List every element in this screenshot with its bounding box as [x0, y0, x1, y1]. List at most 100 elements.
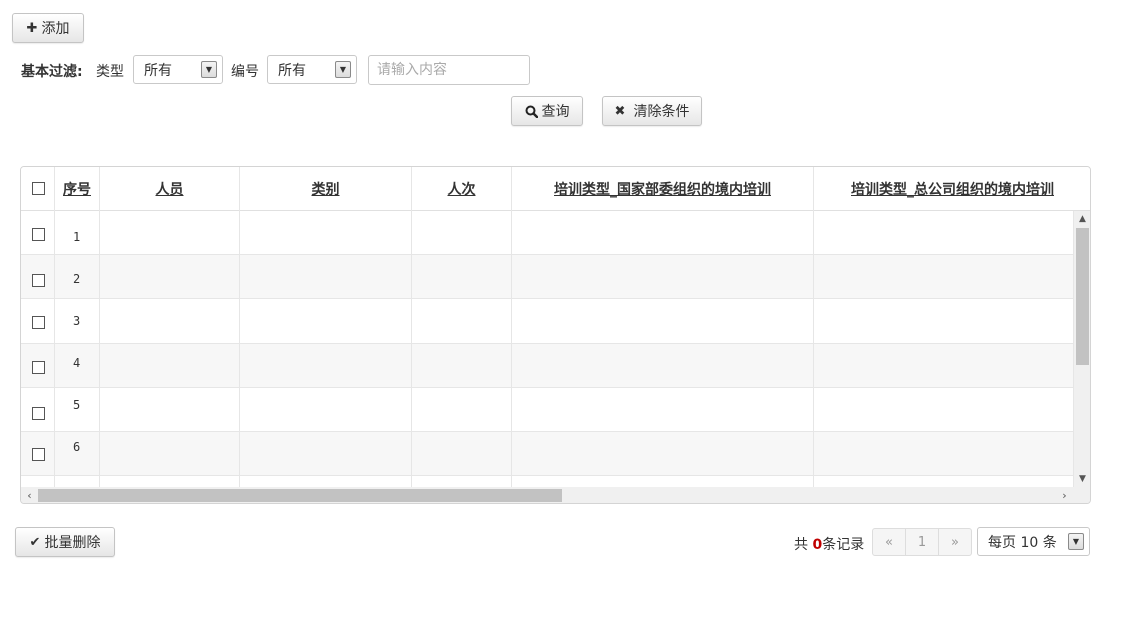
column-header-count[interactable]: 人次 — [412, 167, 512, 211]
table-row[interactable]: 4 — [21, 344, 1073, 388]
grid-header: 序号 人员 类别 人次 培训类型_国家部委组织的境内培训 培训类型_总公司组织的… — [21, 167, 1090, 211]
row-seq: 6 — [73, 440, 81, 454]
search-input[interactable] — [368, 55, 530, 85]
number-filter-label: 编号 — [231, 64, 259, 80]
seq-cell: 2 — [55, 255, 100, 298]
ministry-training-cell — [512, 344, 814, 387]
select-all-checkbox[interactable] — [32, 182, 45, 195]
count-cell — [412, 344, 512, 387]
scroll-down-icon[interactable]: ▼ — [1074, 471, 1090, 487]
count-cell — [412, 255, 512, 298]
query-button[interactable]: 查询 — [511, 96, 583, 126]
filter-title: 基本过滤: — [21, 64, 83, 80]
search-icon — [525, 105, 538, 118]
row-checkbox[interactable] — [32, 228, 45, 241]
record-count-suffix: 条记录 — [822, 537, 865, 553]
column-header-person[interactable]: 人员 — [100, 167, 240, 211]
row-checkbox[interactable] — [32, 316, 45, 329]
add-button[interactable]: ✚ 添加 — [12, 13, 84, 43]
table-row[interactable]: 3 — [21, 299, 1073, 344]
ministry-training-cell — [512, 299, 814, 343]
close-icon: ✖ — [614, 103, 626, 119]
seq-cell — [55, 476, 100, 487]
vertical-scrollbar[interactable]: ▲ ▼ — [1073, 211, 1090, 487]
column-header-category[interactable]: 类别 — [240, 167, 412, 211]
row-checkbox-cell — [21, 211, 55, 254]
batch-delete-label: 批量删除 — [44, 535, 101, 551]
clear-button[interactable]: ✖ 清除条件 — [602, 96, 702, 126]
person-cell — [100, 432, 240, 475]
data-grid: 序号 人员 类别 人次 培训类型_国家部委组织的境内培训 培训类型_总公司组织的… — [20, 166, 1091, 504]
row-checkbox-cell — [21, 476, 55, 487]
row-checkbox-cell — [21, 432, 55, 475]
chevron-down-icon: ▼ — [1068, 533, 1084, 550]
row-checkbox-cell — [21, 388, 55, 431]
category-cell — [240, 388, 412, 431]
row-checkbox-cell — [21, 344, 55, 387]
scroll-left-icon[interactable]: ‹ — [21, 487, 38, 503]
plus-icon: ✚ — [26, 20, 38, 36]
column-header-ministry-training[interactable]: 培训类型_国家部委组织的境内培训 — [512, 167, 814, 211]
row-seq: 5 — [73, 398, 81, 412]
chevron-down-icon: ▼ — [201, 61, 217, 78]
next-page-button[interactable]: » — [938, 528, 972, 556]
person-cell — [100, 388, 240, 431]
column-header-company-training[interactable]: 培训类型_总公司组织的境内培训 — [814, 167, 1090, 211]
check-icon: ✔ — [29, 534, 41, 550]
category-cell — [240, 344, 412, 387]
page-size-select[interactable]: 每页 10 条 ▼ — [977, 527, 1090, 556]
count-cell — [412, 299, 512, 343]
row-checkbox[interactable] — [32, 361, 45, 374]
ministry-training-cell — [512, 211, 814, 254]
column-header-seq[interactable]: 序号 — [55, 167, 100, 211]
row-checkbox[interactable] — [32, 448, 45, 461]
table-row[interactable]: 5 — [21, 388, 1073, 432]
clear-button-label: 清除条件 — [633, 104, 690, 120]
type-select-value: 所有 — [144, 62, 172, 79]
record-count: 共 0条记录 — [794, 534, 864, 563]
prev-page-button[interactable]: « — [872, 528, 906, 556]
person-cell — [100, 255, 240, 298]
company-training-cell — [814, 476, 1073, 487]
ministry-training-cell — [512, 432, 814, 475]
row-checkbox-cell — [21, 299, 55, 343]
horizontal-scroll-thumb[interactable] — [38, 489, 562, 502]
grid-body: 1 2 3 4 5 6 — [21, 211, 1073, 487]
seq-cell: 4 — [55, 344, 100, 387]
category-cell — [240, 299, 412, 343]
type-filter-label: 类型 — [96, 64, 124, 80]
row-seq: 3 — [73, 314, 81, 328]
person-cell — [100, 211, 240, 254]
query-button-label: 查询 — [541, 104, 570, 120]
table-row[interactable]: 2 — [21, 255, 1073, 299]
page-size-value: 每页 10 条 — [988, 534, 1057, 551]
ministry-training-cell — [512, 388, 814, 431]
count-cell — [412, 476, 512, 487]
scroll-right-icon[interactable]: › — [1056, 487, 1073, 503]
company-training-cell — [814, 211, 1073, 254]
company-training-cell — [814, 388, 1073, 431]
person-cell — [100, 476, 240, 487]
ministry-training-cell — [512, 255, 814, 298]
horizontal-scrollbar[interactable]: ‹ › — [21, 487, 1090, 503]
table-row[interactable]: 1 — [21, 211, 1073, 255]
number-select[interactable]: 所有 ▼ — [267, 55, 357, 84]
table-row[interactable]: 6 — [21, 432, 1073, 476]
ministry-training-cell — [512, 476, 814, 487]
type-select[interactable]: 所有 ▼ — [133, 55, 223, 84]
add-button-label: 添加 — [41, 21, 70, 37]
category-cell — [240, 432, 412, 475]
record-count-value: 0 — [812, 537, 823, 553]
vertical-scroll-thumb[interactable] — [1076, 228, 1089, 365]
scroll-up-icon[interactable]: ▲ — [1074, 211, 1090, 227]
batch-delete-button[interactable]: ✔ 批量删除 — [15, 527, 115, 557]
count-cell — [412, 388, 512, 431]
category-cell — [240, 255, 412, 298]
table-row[interactable] — [21, 476, 1073, 487]
row-checkbox[interactable] — [32, 274, 45, 287]
category-cell — [240, 476, 412, 487]
row-checkbox[interactable] — [32, 407, 45, 420]
page-number-button[interactable]: 1 — [905, 528, 939, 556]
count-cell — [412, 211, 512, 254]
chevron-down-icon: ▼ — [335, 61, 351, 78]
